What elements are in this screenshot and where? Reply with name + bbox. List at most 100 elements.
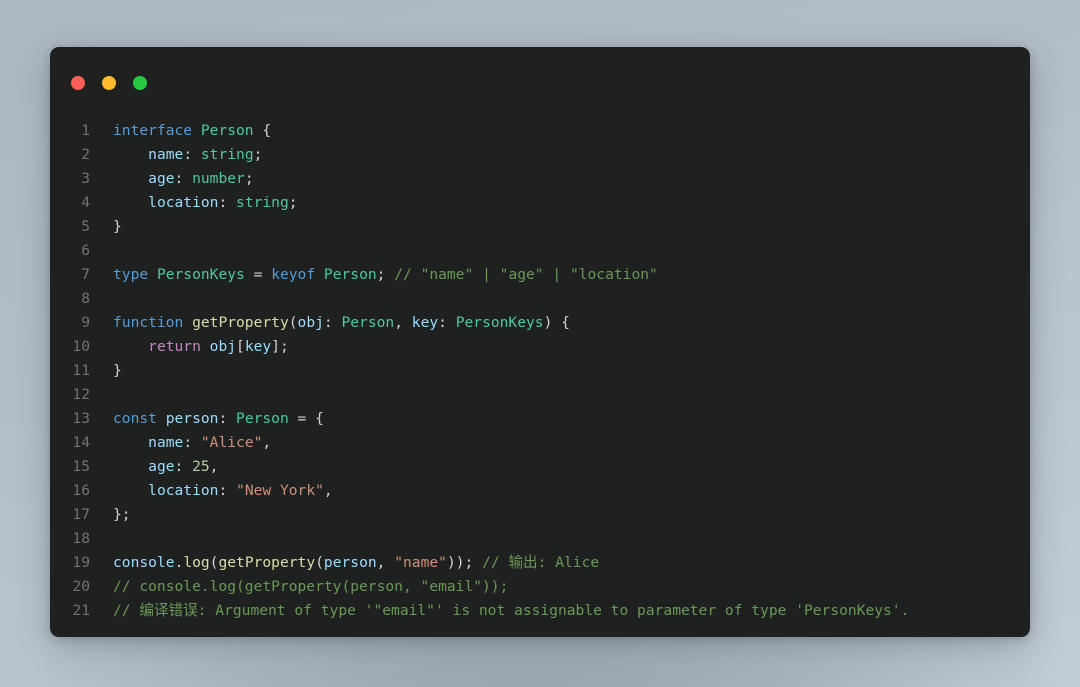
code-token: :: [174, 458, 193, 475]
code-line-text: age: number;: [90, 167, 253, 191]
code-line-text: age: 25,: [90, 455, 218, 479]
code-line[interactable]: 15 age: 25,: [50, 455, 1030, 479]
code-line-text: // 编译错误: Argument of type '"email"' is n…: [90, 599, 909, 623]
code-line[interactable]: 20 // console.log(getProperty(person, "em…: [50, 575, 1030, 599]
code-line-text: name: "Alice",: [90, 431, 271, 455]
line-number: 13: [72, 410, 90, 427]
code-token: =: [244, 266, 272, 283]
code-token: ;: [376, 266, 395, 283]
code-token: obj: [297, 314, 324, 331]
line-number: 4: [81, 194, 90, 211]
code-line[interactable]: 6: [50, 239, 1030, 263]
code-line[interactable]: 11}: [50, 359, 1030, 383]
code-token: Person: [323, 266, 377, 283]
code-line-text: }: [90, 359, 122, 383]
line-number: 14: [72, 434, 90, 451]
code-token: ;: [253, 146, 263, 163]
code-line-text: type PersonKeys = keyof Person; // "name…: [90, 263, 658, 287]
code-token: };: [113, 506, 131, 523]
code-token: :: [218, 194, 237, 211]
code-line-text: // console.log(getProperty(person, "emai…: [90, 575, 508, 599]
line-number: 11: [72, 362, 90, 379]
code-token: ,: [323, 482, 333, 499]
line-number: 1: [81, 122, 90, 139]
code-token: :: [323, 314, 342, 331]
code-line-text: location: "New York",: [90, 479, 333, 503]
code-window: 1 interface Person {2 name: string; 3 age:…: [50, 47, 1030, 637]
code-line[interactable]: 4 location: string;: [50, 191, 1030, 215]
code-token: // "name" | "age" | "location": [394, 266, 658, 283]
line-number: 12: [72, 386, 90, 403]
code-token: // console.log(getProperty(person, "emai…: [113, 578, 509, 595]
code-line-text: location: string;: [90, 191, 297, 215]
code-line[interactable]: 1 interface Person {: [50, 119, 1030, 143]
code-token: Person: [236, 410, 289, 427]
code-line[interactable]: 7 type PersonKeys = keyof Person; // "nam…: [50, 263, 1030, 287]
code-token: person: [323, 554, 377, 571]
code-line[interactable]: 8: [50, 287, 1030, 311]
code-line[interactable]: 10 return obj[key];: [50, 335, 1030, 359]
close-button-icon[interactable]: [71, 76, 85, 90]
code-token: number: [192, 170, 245, 187]
line-number: 18: [72, 530, 90, 547]
code-line[interactable]: 3 age: number;: [50, 167, 1030, 191]
code-line[interactable]: 16 location: "New York",: [50, 479, 1030, 503]
code-line-text: const person: Person = {: [90, 407, 324, 431]
code-editor[interactable]: 1 interface Person {2 name: string; 3 age:…: [50, 102, 1030, 623]
code-token: // 输出: Alice: [482, 554, 600, 571]
code-line-text: }: [90, 215, 122, 239]
code-line[interactable]: 21 // 编译错误: Argument of type '"email"' is…: [50, 599, 1030, 623]
code-token: keyof: [271, 266, 316, 283]
code-token: type: [113, 266, 149, 283]
line-number: 16: [72, 482, 90, 499]
code-token: ,: [376, 554, 395, 571]
code-line[interactable]: 17};: [50, 503, 1030, 527]
code-token: :: [218, 482, 237, 499]
line-number: 7: [81, 266, 90, 283]
code-token: log: [183, 554, 210, 571]
code-line[interactable]: 18: [50, 527, 1030, 551]
code-line-text: function getProperty(obj: Person, key: P…: [90, 311, 570, 335]
code-token: ) {: [543, 314, 570, 331]
code-line[interactable]: 5}: [50, 215, 1030, 239]
code-token: person: [165, 410, 219, 427]
code-line[interactable]: 2 name: string;: [50, 143, 1030, 167]
code-token: :: [438, 314, 456, 331]
code-line[interactable]: 14 name: "Alice",: [50, 431, 1030, 455]
code-line[interactable]: 19 console.log(getProperty(person, "name"…: [50, 551, 1030, 575]
code-token: }: [113, 218, 122, 235]
code-token: :: [183, 434, 201, 451]
maximize-button-icon[interactable]: [133, 76, 147, 90]
code-token: PersonKeys: [455, 314, 544, 331]
minimize-button-icon[interactable]: [102, 76, 116, 90]
code-token: .: [174, 554, 184, 571]
code-line[interactable]: 12: [50, 383, 1030, 407]
code-line-text: interface Person {: [90, 119, 271, 143]
line-number: 5: [81, 218, 90, 235]
code-token: Person: [341, 314, 395, 331]
code-token: ));: [446, 554, 483, 571]
code-token: {: [253, 122, 272, 139]
code-line[interactable]: 9 function getProperty(obj: Person, key: …: [50, 311, 1030, 335]
code-token: = {: [288, 410, 324, 427]
line-number: 2: [81, 146, 90, 163]
code-token: }: [113, 362, 122, 379]
code-token: Person: [200, 122, 254, 139]
line-number: 9: [81, 314, 90, 331]
window-titlebar: [50, 47, 1030, 102]
code-token: "New York": [236, 482, 324, 499]
line-number: 8: [81, 290, 90, 307]
code-line[interactable]: 13 const person: Person = {: [50, 407, 1030, 431]
code-token: getProperty: [192, 314, 289, 331]
code-token: ];: [271, 338, 289, 355]
code-token: :: [174, 170, 193, 187]
code-line-text: console.log(getProperty(person, "name"))…: [90, 551, 599, 575]
code-token: age: [148, 458, 175, 475]
